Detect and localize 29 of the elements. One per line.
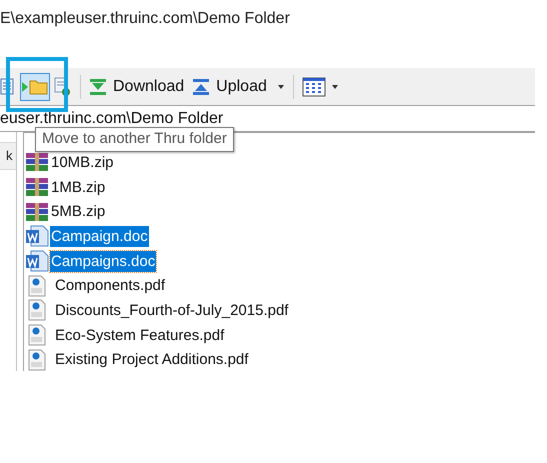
tooltip: Move to another Thru folder bbox=[35, 127, 234, 152]
download-button[interactable]: Download bbox=[87, 72, 186, 100]
file-name[interactable]: Eco-System Features.pdf bbox=[54, 324, 226, 346]
dropdown-caret-icon[interactable] bbox=[276, 84, 285, 90]
word-document-icon bbox=[25, 225, 49, 248]
file-name[interactable]: Campaign.doc bbox=[50, 226, 149, 247]
path-title: E\exampleuser.thruinc.com\Demo Folder bbox=[0, 9, 290, 29]
grid-view-icon[interactable] bbox=[302, 76, 326, 96]
dropdown-caret-icon[interactable] bbox=[330, 84, 339, 90]
highlight-frame bbox=[6, 57, 68, 112]
archive-icon bbox=[25, 202, 49, 222]
archive-icon bbox=[25, 177, 49, 198]
file-name[interactable]: Campaigns.doc bbox=[50, 250, 156, 272]
address-text: euser.thruinc.com\Demo Folder bbox=[0, 108, 224, 128]
download-icon bbox=[89, 78, 107, 96]
document-globe-icon bbox=[54, 76, 72, 96]
archive-icon bbox=[25, 152, 49, 172]
upload-icon bbox=[192, 78, 210, 96]
file-name[interactable]: Discounts_Fourth-of-July_2015.pdf bbox=[54, 300, 290, 321]
toolbar-button[interactable] bbox=[20, 72, 50, 100]
file-name[interactable]: 5MB.zip bbox=[50, 201, 106, 222]
tree-tab[interactable]: k bbox=[0, 142, 16, 170]
file-name[interactable]: Existing Project Additions.pdf bbox=[54, 349, 250, 370]
file-name[interactable]: 10MB.zip bbox=[50, 152, 115, 173]
upload-button[interactable]: Upload bbox=[188, 72, 271, 100]
file-name[interactable]: Components.pdf bbox=[54, 275, 166, 296]
word-document-icon bbox=[25, 250, 49, 272]
file-name[interactable]: 1MB.zip bbox=[50, 176, 106, 198]
folder-arrow-icon bbox=[22, 78, 48, 96]
